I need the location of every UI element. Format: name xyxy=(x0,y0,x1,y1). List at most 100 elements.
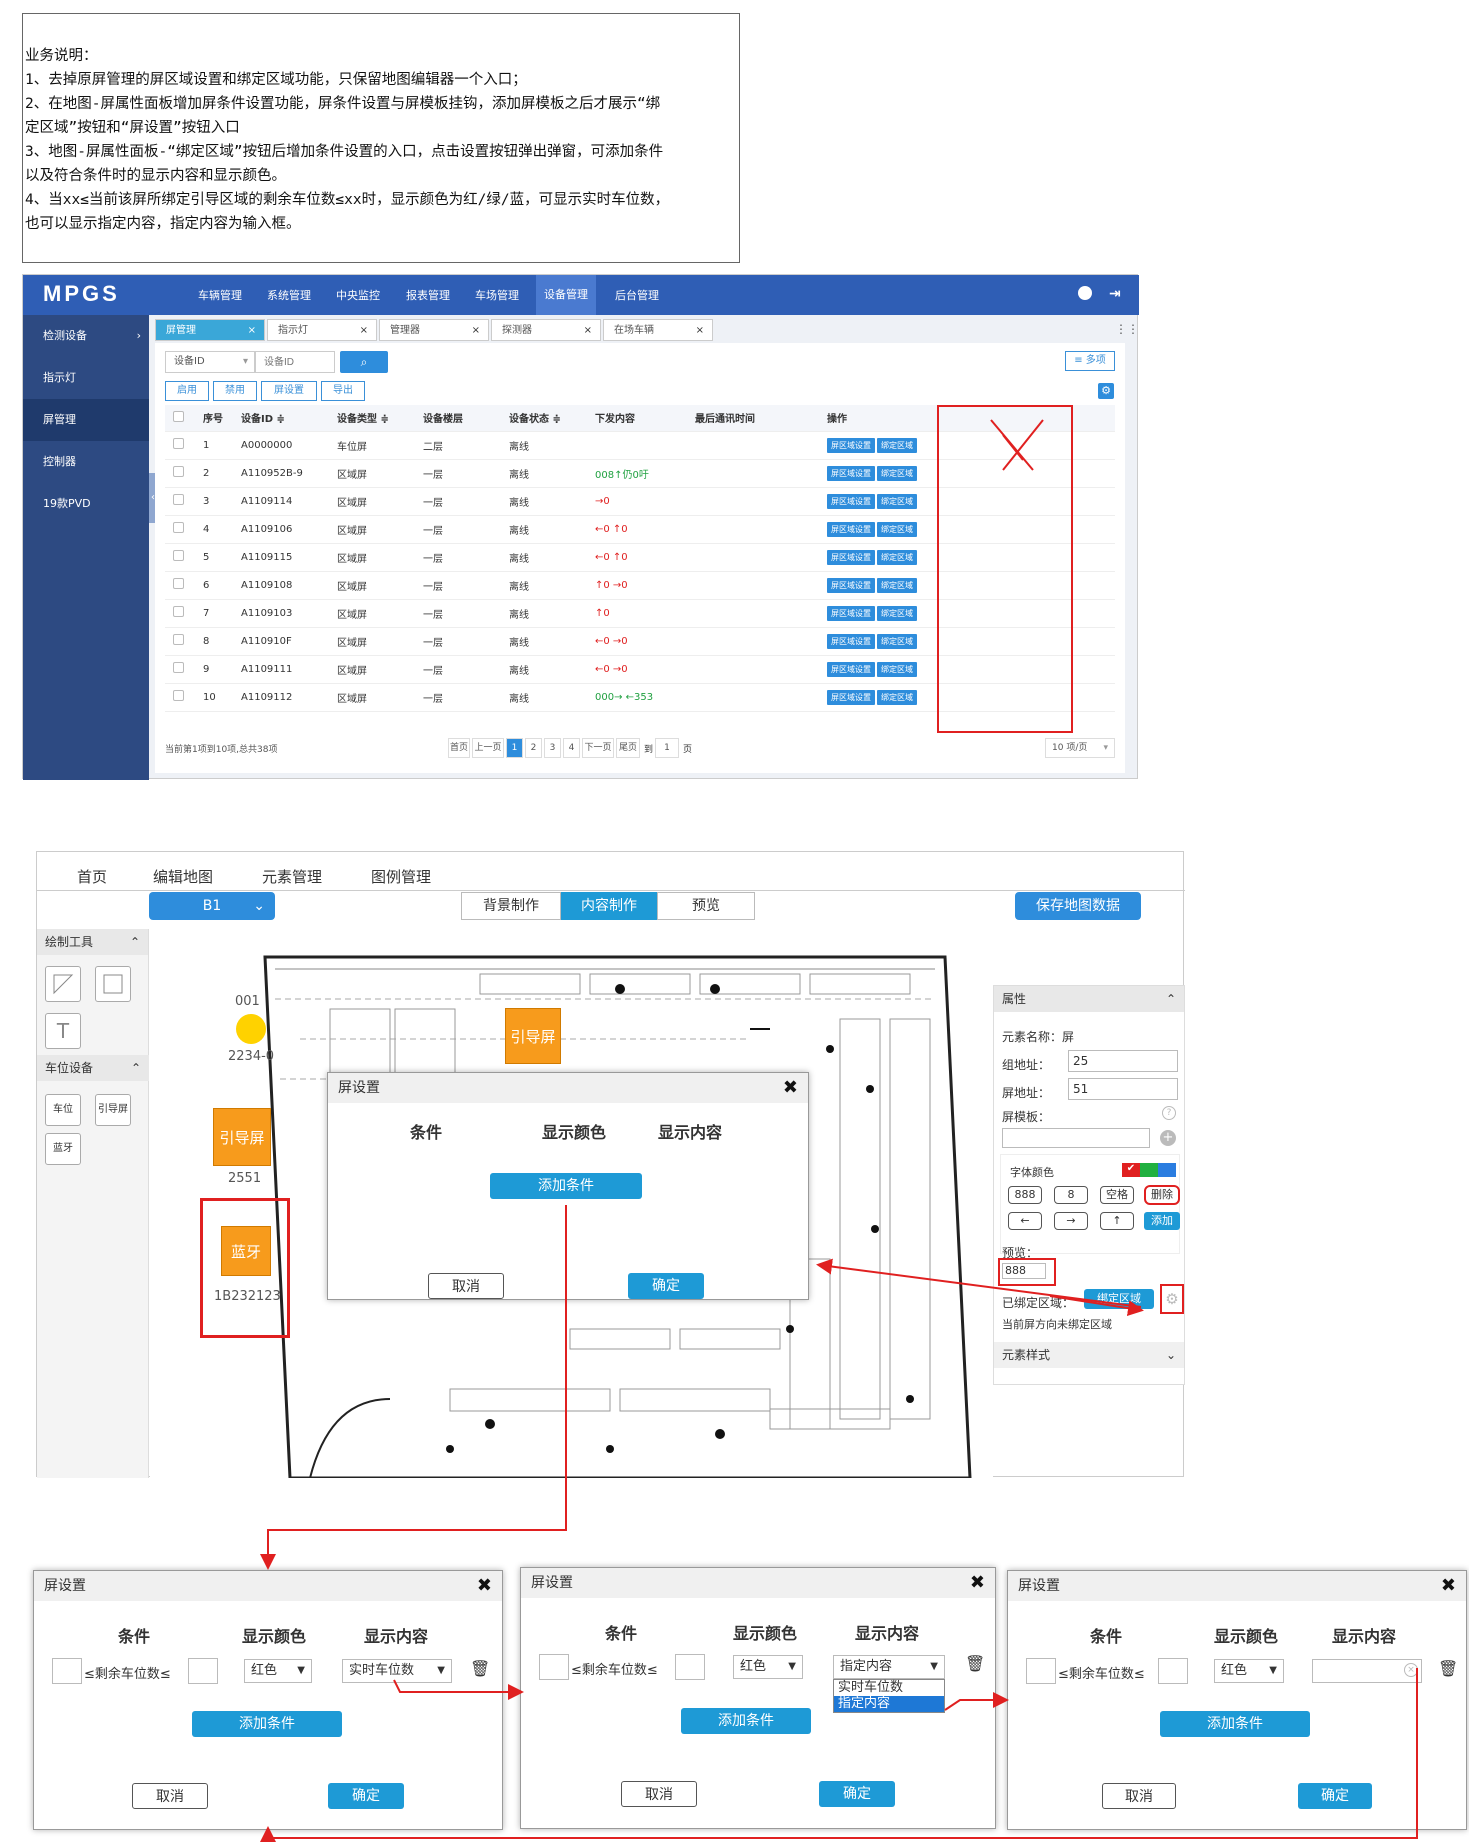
page-3-button[interactable]: 3 xyxy=(544,738,561,758)
menu-elements[interactable]: 元素管理 xyxy=(262,866,322,887)
color-red-checked[interactable]: ✔ xyxy=(1122,1163,1140,1177)
bluetooth-marker[interactable]: 蓝牙 xyxy=(221,1226,271,1276)
max-input[interactable] xyxy=(675,1654,705,1680)
bind-area-button[interactable]: 绑定区域 xyxy=(877,661,917,677)
screen-area-setting-button[interactable]: 屏区域设置 xyxy=(827,521,875,537)
key-888[interactable]: 888 xyxy=(1008,1186,1042,1204)
row-checkbox[interactable] xyxy=(165,431,195,460)
close-icon[interactable]: ✖ xyxy=(477,1575,492,1596)
max-input[interactable] xyxy=(1158,1658,1188,1684)
key-right-arrow[interactable]: → xyxy=(1054,1212,1088,1230)
more-filter-button[interactable]: ≡ 多项 xyxy=(1065,351,1115,371)
color-select[interactable]: 红色 ▼ xyxy=(244,1659,312,1683)
max-input[interactable] xyxy=(188,1658,218,1684)
content-select[interactable]: 指定内容 ▼ xyxy=(833,1655,945,1679)
screen-area-setting-button[interactable]: 屏区域设置 xyxy=(827,689,875,705)
color-select[interactable]: 红色 ▼ xyxy=(733,1655,803,1679)
tools-header[interactable]: 绘制工具 ⌃ xyxy=(37,929,148,955)
row-checkbox[interactable] xyxy=(165,571,195,600)
enable-button[interactable]: 启用 xyxy=(165,381,209,401)
row-checkbox[interactable] xyxy=(165,627,195,656)
polygon-tool-icon[interactable] xyxy=(45,966,81,1002)
key-add[interactable]: 添加 xyxy=(1144,1212,1180,1230)
close-icon[interactable]: × xyxy=(584,320,592,342)
key-8[interactable]: 8 xyxy=(1054,1186,1088,1204)
screen-area-setting-button[interactable]: 屏区域设置 xyxy=(827,493,875,509)
nav-parking[interactable]: 车场管理 xyxy=(475,287,519,303)
add-condition-button[interactable]: 添加条件 xyxy=(490,1173,642,1199)
tab-background[interactable]: 背景制作 xyxy=(461,892,561,920)
page-size-select[interactable]: 10 项/页 ▾ xyxy=(1045,738,1115,758)
sidebar-item-indicator[interactable]: 指示灯 xyxy=(23,357,149,399)
add-condition-button[interactable]: 添加条件 xyxy=(1160,1711,1310,1737)
row-checkbox[interactable] xyxy=(165,599,195,628)
add-condition-button[interactable]: 添加条件 xyxy=(681,1708,811,1734)
bind-area-button[interactable]: 绑定区域 xyxy=(877,465,917,481)
device-guide-button[interactable]: 引导屏 xyxy=(95,1094,131,1126)
user-icon[interactable] xyxy=(1078,286,1092,300)
row-checkbox[interactable] xyxy=(165,487,195,516)
nav-monitor[interactable]: 中央监控 xyxy=(336,287,380,303)
cancel-button[interactable]: 取消 xyxy=(1102,1783,1176,1809)
device-spot-button[interactable]: 车位 xyxy=(45,1094,81,1126)
row-checkbox[interactable] xyxy=(165,543,195,572)
tab-vehicles[interactable]: 在场车辆 × xyxy=(603,319,713,341)
last-page-button[interactable]: 尾页 xyxy=(616,738,640,758)
bind-area-button[interactable]: 绑定区域 xyxy=(1084,1289,1154,1309)
prev-page-button[interactable]: 上一页 xyxy=(472,738,504,758)
min-input[interactable] xyxy=(1026,1658,1056,1684)
bind-area-button[interactable]: 绑定区域 xyxy=(877,577,917,593)
color-select[interactable]: 红色 ▼ xyxy=(1214,1659,1284,1683)
row-checkbox[interactable] xyxy=(165,683,195,712)
header-checkbox[interactable] xyxy=(165,405,195,432)
row-checkbox[interactable] xyxy=(165,515,195,544)
device-bluetooth-button[interactable]: 蓝牙 xyxy=(45,1133,81,1165)
gear-icon[interactable]: ⚙ xyxy=(1160,1284,1184,1314)
parking-spot-marker[interactable] xyxy=(236,1014,266,1044)
confirm-button[interactable]: 确定 xyxy=(819,1781,895,1807)
screen-area-setting-button[interactable]: 屏区域设置 xyxy=(827,633,875,649)
rect-tool-icon[interactable] xyxy=(95,966,131,1002)
gear-icon[interactable]: ⚙ xyxy=(1098,383,1114,399)
close-icon[interactable]: × xyxy=(472,320,480,342)
close-icon[interactable]: × xyxy=(696,320,704,342)
sidebar-item-controller[interactable]: 控制器 xyxy=(23,441,149,483)
page-4-button[interactable]: 4 xyxy=(563,738,580,758)
tab-content[interactable]: 内容制作 xyxy=(561,892,657,920)
bind-area-button[interactable]: 绑定区域 xyxy=(877,437,917,453)
trash-icon[interactable]: 🗑 xyxy=(1438,1659,1458,1678)
color-green[interactable] xyxy=(1140,1163,1158,1177)
nav-backend[interactable]: 后台管理 xyxy=(615,287,659,303)
tab-manager[interactable]: 管理器 × xyxy=(379,319,489,341)
color-blue[interactable] xyxy=(1158,1163,1176,1177)
screen-area-setting-button[interactable]: 屏区域设置 xyxy=(827,437,875,453)
close-icon[interactable]: ✖ xyxy=(1441,1575,1456,1596)
next-page-button[interactable]: 下一页 xyxy=(582,738,614,758)
guide-screen-marker-2[interactable]: 引导屏 xyxy=(213,1108,271,1166)
nav-device[interactable]: 设备管理 xyxy=(536,275,596,315)
search-button[interactable]: ⌕ xyxy=(340,351,388,373)
screen-area-setting-button[interactable]: 屏区域设置 xyxy=(827,549,875,565)
col-device-id[interactable]: 设备ID ≑ xyxy=(233,405,329,432)
bind-area-button[interactable]: 绑定区域 xyxy=(877,633,917,649)
confirm-button[interactable]: 确定 xyxy=(328,1783,404,1809)
props-header[interactable]: 属性 ⌃ xyxy=(994,986,1184,1012)
nav-vehicle[interactable]: 车辆管理 xyxy=(198,287,242,303)
tab-detector[interactable]: 探测器 × xyxy=(491,319,601,341)
export-button[interactable]: 导出 xyxy=(321,381,365,401)
tab-preview[interactable]: 预览 xyxy=(657,892,755,920)
device-id-input[interactable] xyxy=(255,351,335,373)
col-status[interactable]: 设备状态 ≑ xyxy=(501,405,587,432)
screen-area-setting-button[interactable]: 屏区域设置 xyxy=(827,577,875,593)
page-2-button[interactable]: 2 xyxy=(525,738,542,758)
nav-system[interactable]: 系统管理 xyxy=(267,287,311,303)
group-address-input[interactable]: 25 xyxy=(1068,1050,1178,1072)
close-icon[interactable]: ✖ xyxy=(970,1572,985,1593)
filter-select[interactable]: 设备ID ▾ xyxy=(165,351,255,373)
cancel-button[interactable]: 取消 xyxy=(428,1273,504,1299)
bind-area-button[interactable]: 绑定区域 xyxy=(877,521,917,537)
sidebar-item-screen[interactable]: 屏管理 xyxy=(23,399,149,441)
screen-setting-button[interactable]: 屏设置 xyxy=(261,381,317,401)
cancel-button[interactable]: 取消 xyxy=(621,1781,697,1807)
help-icon[interactable]: ? xyxy=(1162,1106,1176,1120)
